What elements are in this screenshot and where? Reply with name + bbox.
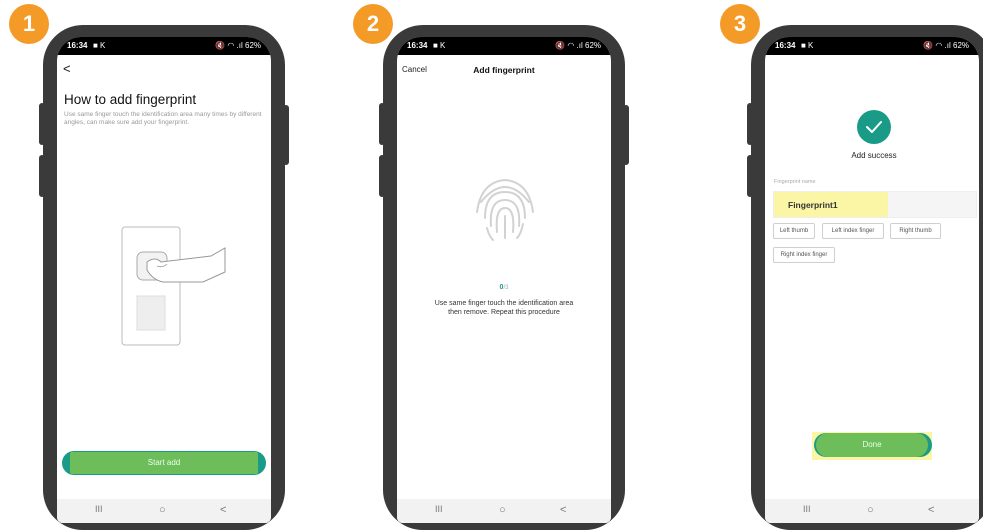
phone-step-2: 16:34 ■ K 🔇 ◠ .ıl 62% Cancel Add fingerp… xyxy=(353,4,629,530)
instructions-text: Use same finger touch the identification… xyxy=(434,300,574,316)
screen-step-3: 16:34 ■ K 🔇 ◠ .ıl 62% Add success Finger… xyxy=(765,37,979,523)
start-add-button-label: Start add xyxy=(70,452,258,474)
recents-button[interactable]: III xyxy=(435,504,443,514)
status-time: 16:34 xyxy=(407,41,428,50)
step-badge-2: 2 xyxy=(353,4,393,44)
done-button[interactable]: Done xyxy=(814,433,932,457)
phone-side-button xyxy=(747,155,753,197)
fingerprint-name-value: Fingerprint1 xyxy=(788,200,838,210)
phone-step-1: 16:34 ■ K 🔇 ◠ .ıl 62% < How to add finge… xyxy=(9,4,289,530)
status-icons: 🔇 ◠ .ıl 62% xyxy=(923,41,969,50)
phone-side-button xyxy=(39,155,45,197)
phone-side-button xyxy=(379,155,385,197)
status-bar: 16:34 ■ K 🔇 ◠ .ıl 62% xyxy=(57,37,271,55)
step-badge-1: 1 xyxy=(9,4,49,44)
page-description: Use same finger touch the identification… xyxy=(64,111,262,126)
back-nav-button[interactable]: < xyxy=(560,504,566,516)
nav-bar: III ○ < xyxy=(397,499,611,523)
status-time: 16:34 xyxy=(67,41,88,50)
phone-step-3: 16:34 ■ K 🔇 ◠ .ıl 62% Add success Finger… xyxy=(720,4,983,530)
chip-right-index-finger[interactable]: Right index finger xyxy=(773,247,835,263)
fingerprint-name-label: Fingerprint name xyxy=(774,179,816,185)
status-icons: 🔇 ◠ .ıl 62% xyxy=(555,41,601,50)
status-bar: 16:34 ■ K 🔇 ◠ .ıl 62% xyxy=(765,37,979,55)
step-badge-3: 3 xyxy=(720,4,760,44)
home-button[interactable]: ○ xyxy=(867,504,874,516)
status-bar: 16:34 ■ K 🔇 ◠ .ıl 62% xyxy=(397,37,611,55)
back-button[interactable]: < xyxy=(63,61,71,76)
nav-bar: III ○ < xyxy=(57,499,271,523)
page-title: How to add fingerprint xyxy=(64,92,197,107)
back-nav-button[interactable]: < xyxy=(928,504,934,516)
phone-side-button xyxy=(379,103,385,145)
fingerprint-icon xyxy=(476,178,534,241)
back-nav-button[interactable]: < xyxy=(220,504,226,516)
fingerprint-name-field[interactable]: Fingerprint1 xyxy=(773,191,977,218)
phone-side-button xyxy=(747,103,753,145)
screen-step-1: 16:34 ■ K 🔇 ◠ .ıl 62% < How to add finge… xyxy=(57,37,271,523)
home-button[interactable]: ○ xyxy=(499,504,506,516)
status-notification-icons: ■ K xyxy=(801,41,814,50)
status-time: 16:34 xyxy=(775,41,796,50)
recents-button[interactable]: III xyxy=(95,504,103,514)
phone-side-button xyxy=(39,103,45,145)
status-icons: 🔇 ◠ .ıl 62% xyxy=(215,41,261,50)
progress-counter: 0/3 xyxy=(397,284,611,291)
phone-side-button xyxy=(283,105,289,165)
chip-left-thumb[interactable]: Left thumb xyxy=(773,223,815,239)
status-notification-icons: ■ K xyxy=(93,41,106,50)
nav-bar: III ○ < xyxy=(765,499,979,523)
phone-side-button xyxy=(623,105,629,165)
status-notification-icons: ■ K xyxy=(433,41,446,50)
done-button-label: Done xyxy=(816,433,928,457)
chip-left-index-finger[interactable]: Left index finger xyxy=(822,223,884,239)
page-title: Add fingerprint xyxy=(473,65,535,75)
screen-step-2: 16:34 ■ K 🔇 ◠ .ıl 62% Cancel Add fingerp… xyxy=(397,37,611,523)
success-check-icon xyxy=(857,110,891,144)
success-label: Add success xyxy=(851,151,897,160)
door-lock-illustration xyxy=(121,226,226,346)
start-add-button[interactable]: Start add xyxy=(62,451,266,475)
chip-right-thumb[interactable]: Right thumb xyxy=(890,223,941,239)
recents-button[interactable]: III xyxy=(803,504,811,514)
home-button[interactable]: ○ xyxy=(159,504,166,516)
progress-total: /3 xyxy=(503,285,509,291)
